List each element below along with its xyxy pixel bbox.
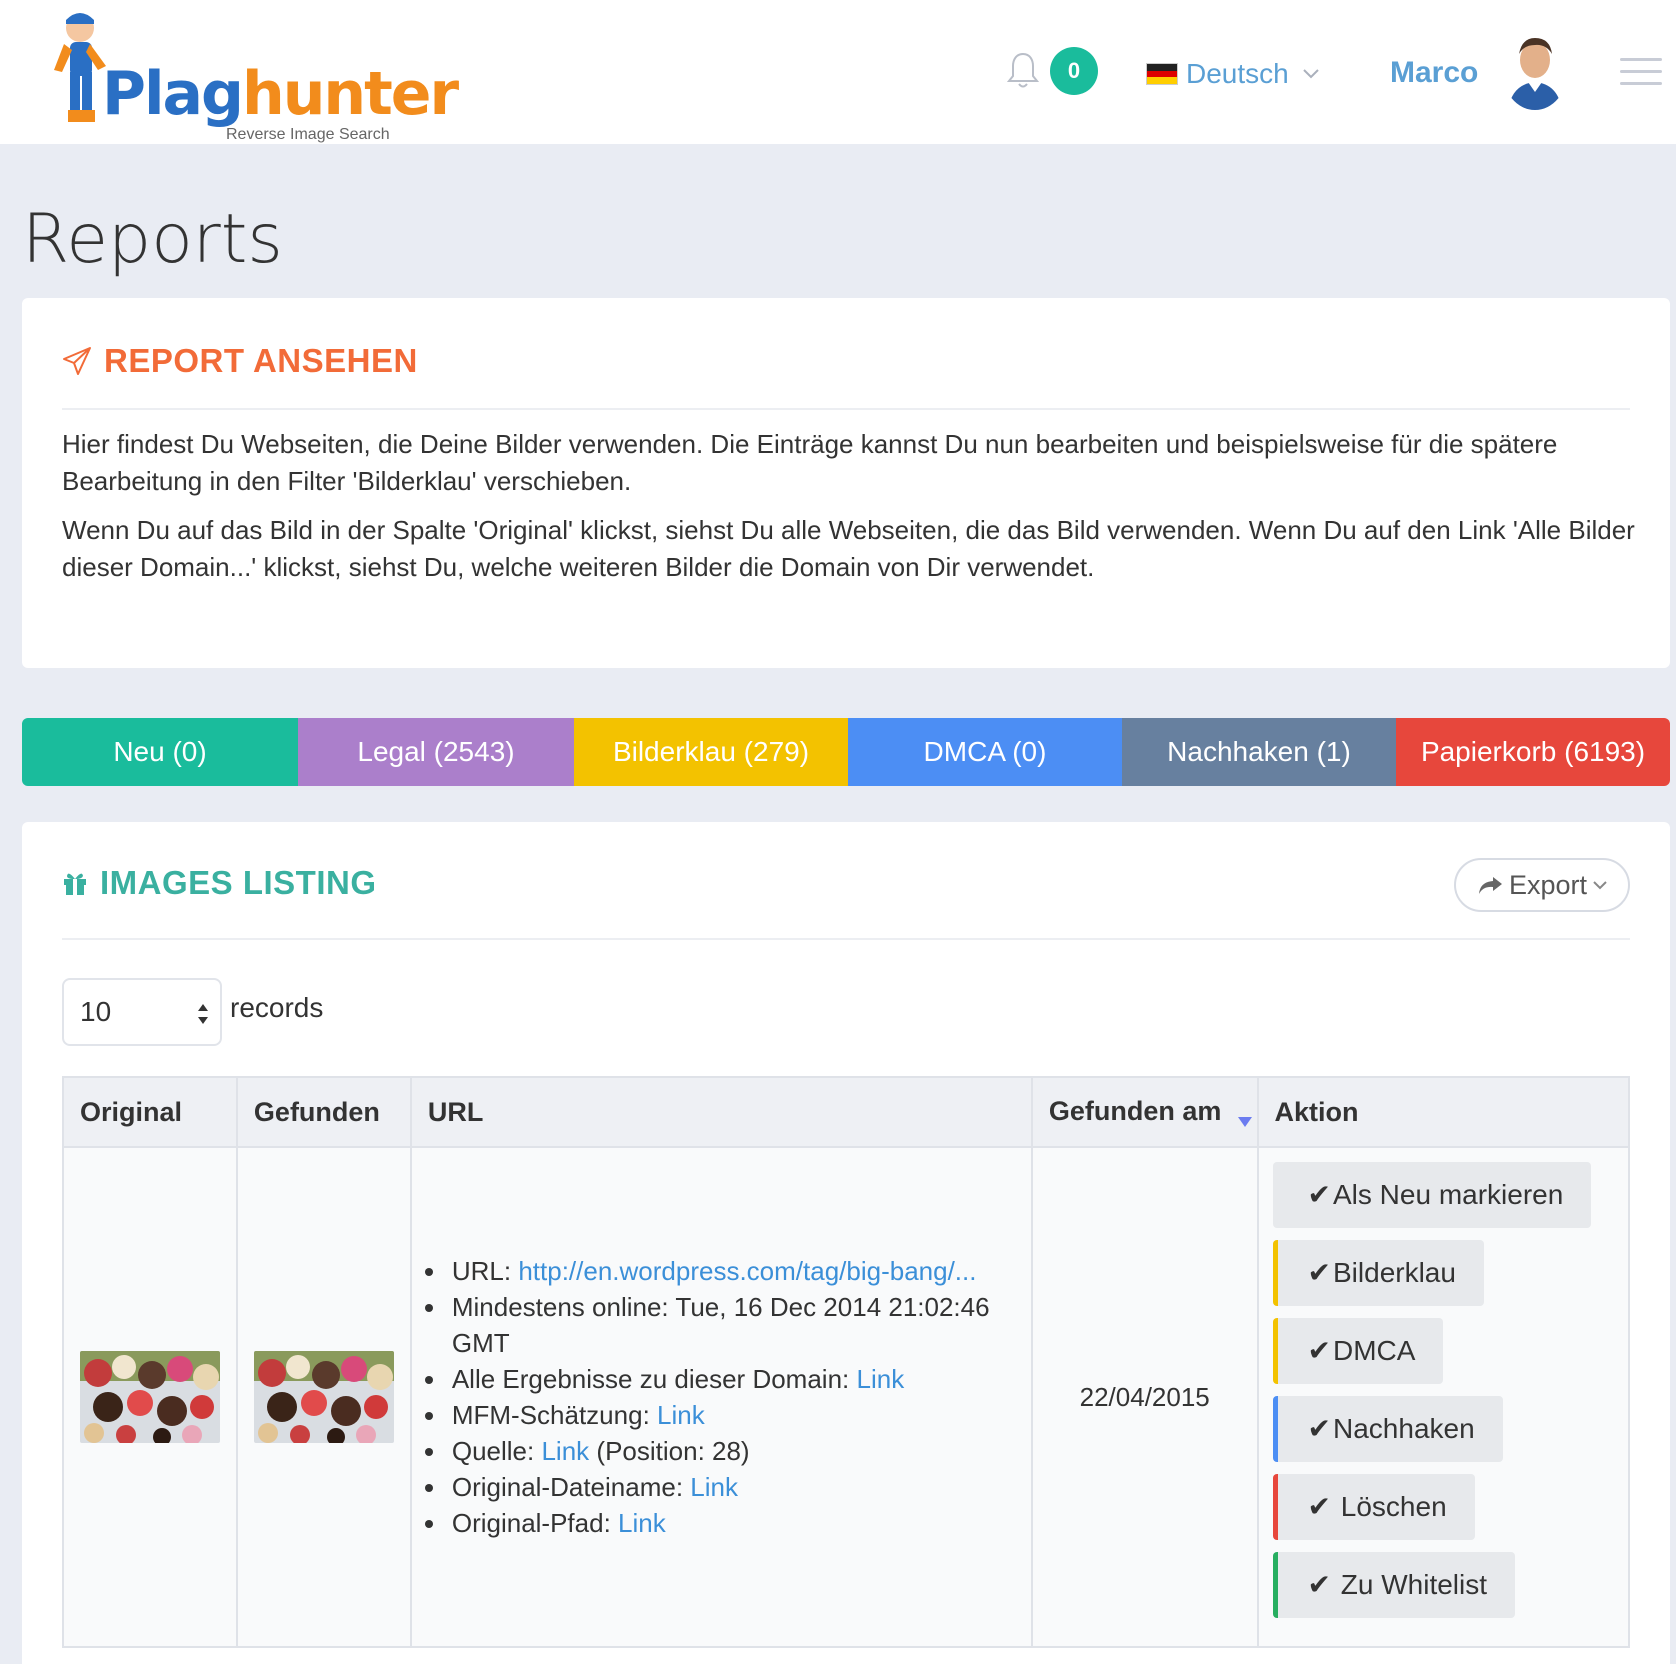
avatar-portrait [1502,30,1568,110]
nachhaken-button[interactable]: ✔Nachhaken [1272,1396,1503,1462]
check-icon: ✔ [1307,1569,1331,1600]
filter-tabs: Neu (0) Legal (2543) Bilderklau (279) DM… [22,718,1670,786]
report-panel-header: REPORT ANSEHEN [62,342,418,380]
list-item: Mindestens online: Tue, 16 Dec 2014 21:0… [448,1289,1031,1361]
column-header-url[interactable]: URL [409,1076,1033,1148]
column-header-gefunden[interactable]: Gefunden [235,1076,412,1148]
page-title: Reports [22,200,283,279]
tab-nachhaken[interactable]: Nachhaken (1) [1122,718,1396,786]
check-icon: ✔ [1307,1413,1331,1444]
action-cell: ✔Als Neu markieren ✔Bilderklau ✔DMCA ✔Na… [1256,1146,1631,1648]
report-description-2: Wenn Du auf das Bild in der Spalte 'Orig… [62,515,1635,582]
check-icon: ✔ [1307,1257,1331,1288]
report-panel-title: REPORT ANSEHEN [104,342,418,379]
records-per-page-select[interactable]: 10 [62,978,222,1046]
path-link[interactable]: Link [618,1508,666,1538]
tab-neu[interactable]: Neu (0) [22,718,298,786]
url-label: URL: [451,1256,512,1286]
hamburger-icon[interactable] [1620,58,1662,88]
listing-panel-title: IMAGES LISTING [100,864,377,901]
url-cell: URL: http://en.wordpress.com/tag/big-ban… [409,1146,1033,1648]
chevron-down-icon [1593,881,1607,890]
list-item: MFM-Schätzung: Link [448,1397,1031,1433]
domain-results-link[interactable]: Link [857,1364,905,1394]
images-listing-panel: IMAGES LISTING Export 10 records Origina… [22,822,1670,1664]
records-value: 10 [80,996,112,1027]
table-header-row: Original Gefunden URL Gefunden am Aktion [62,1076,1631,1148]
select-arrows-icon [198,1004,208,1024]
column-header-gefunden-am[interactable]: Gefunden am [1030,1076,1259,1148]
user-avatar[interactable] [1502,30,1568,110]
table-row: URL: http://en.wordpress.com/tag/big-ban… [62,1146,1631,1648]
check-icon: ✔ [1307,1491,1331,1522]
tab-papierkorb[interactable]: Papierkorb (6193) [1396,718,1670,786]
report-info-panel: REPORT ANSEHEN Hier findest Du Webseiten… [22,298,1670,668]
delete-button[interactable]: ✔ Löschen [1272,1474,1475,1540]
report-description-1: Hier findest Du Webseiten, die Deine Bil… [62,429,1558,496]
tab-dmca[interactable]: DMCA (0) [848,718,1122,786]
tab-legal[interactable]: Legal (2543) [298,718,574,786]
original-cell [62,1146,238,1648]
dmca-button[interactable]: ✔DMCA [1272,1318,1444,1384]
listing-panel-header: IMAGES LISTING [62,864,377,902]
gift-icon [64,873,86,895]
export-label: Export [1508,869,1588,900]
filename-label: Original-Dateiname: [451,1472,684,1502]
list-item: Alle Ergebnisse zu dieser Domain: Link [448,1361,1031,1397]
top-navbar: Plaghunter Reverse Image Search 0 Deutsc… [0,0,1676,144]
bell-icon[interactable] [1006,50,1040,90]
share-icon [1478,877,1502,894]
filename-link[interactable]: Link [690,1472,738,1502]
mark-new-button[interactable]: ✔Als Neu markieren [1272,1162,1592,1228]
original-image-thumbnail[interactable] [80,1351,220,1443]
language-selector[interactable]: Deutsch [1146,54,1319,94]
notification-count-badge[interactable]: 0 [1050,47,1098,95]
logo-tagline: Reverse Image Search [226,126,390,143]
quelle-link[interactable]: Link [541,1436,589,1466]
whitelist-button[interactable]: ✔ Zu Whitelist [1272,1552,1516,1618]
url-details-list: URL: http://en.wordpress.com/tag/big-ban… [412,1253,1031,1541]
list-item: Original-Pfad: Link [448,1505,1031,1541]
paper-plane-icon [63,347,91,375]
found-url-link[interactable]: http://en.wordpress.com/tag/big-bang/... [518,1256,976,1286]
images-table: Original Gefunden URL Gefunden am Aktion [62,1076,1631,1648]
tab-bilderklau[interactable]: Bilderklau (279) [574,718,848,786]
column-header-original[interactable]: Original [62,1076,238,1148]
logo-wordmark: Plaghunter [102,59,459,129]
column-header-gefunden-am-label: Gefunden am [1048,1096,1222,1126]
plaghunter-logo[interactable]: Plaghunter Reverse Image Search [50,10,459,143]
records-label: records [230,992,324,1023]
check-icon: ✔ [1307,1335,1331,1366]
list-item: URL: http://en.wordpress.com/tag/big-ban… [448,1253,1031,1289]
found-image-thumbnail[interactable] [253,1351,394,1443]
path-label: Original-Pfad: [451,1508,611,1538]
online-label: Mindestens online: [451,1292,669,1322]
list-item: Quelle: Link (Position: 28) [448,1433,1031,1469]
found-cell [235,1146,412,1648]
bilderklau-button[interactable]: ✔Bilderklau [1272,1240,1484,1306]
export-button[interactable]: Export [1454,858,1630,912]
domain-results-label: Alle Ergebnisse zu dieser Domain: [451,1364,850,1394]
found-date-cell: 22/04/2015 [1030,1146,1259,1648]
action-buttons: ✔Als Neu markieren ✔Bilderklau ✔DMCA ✔Na… [1259,1148,1628,1630]
chevron-down-icon [1303,69,1319,79]
list-item: Original-Dateiname: Link [448,1469,1031,1505]
user-name-link[interactable]: Marco [1390,56,1478,90]
panel-divider [62,938,1630,940]
language-label: Deutsch [1186,58,1289,89]
column-header-aktion: Aktion [1256,1076,1631,1148]
mfm-link[interactable]: Link [657,1400,705,1430]
quelle-label: Quelle: [451,1436,535,1466]
quelle-position: (Position: 28) [596,1436,750,1466]
check-icon: ✔ [1307,1179,1331,1210]
sort-desc-icon [1237,1117,1252,1127]
panel-divider [62,408,1630,410]
mfm-label: MFM-Schätzung: [451,1400,650,1430]
german-flag-icon [1146,63,1178,85]
